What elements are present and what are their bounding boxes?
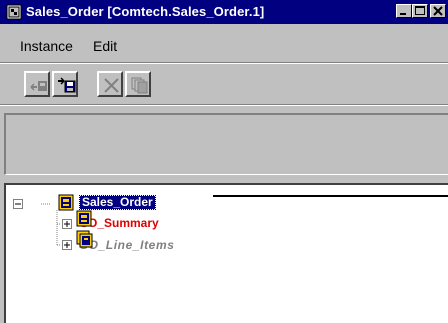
toolbar-divider	[0, 62, 448, 64]
menu-instance[interactable]: Instance	[20, 38, 73, 54]
object-tree: Sales_Order SO_Summary SO_Line_Items	[4, 183, 448, 323]
minimize-icon	[400, 13, 406, 15]
menu-bar: Instance Edit	[0, 30, 448, 54]
insert-button[interactable]	[52, 71, 78, 97]
copy-icon	[131, 77, 148, 94]
object-icon	[76, 210, 92, 227]
expand-toggle-icon[interactable]	[62, 240, 73, 251]
details-panel	[4, 113, 448, 175]
menu-edit[interactable]: Edit	[93, 38, 117, 54]
maximize-icon	[415, 6, 425, 15]
object-icon	[58, 194, 74, 211]
application-window: Sales_Order [Comtech.Sales_Order.1] Inst…	[0, 0, 448, 323]
collapse-toggle-icon[interactable]	[13, 199, 24, 210]
title-bar[interactable]: Sales_Order [Comtech.Sales_Order.1]	[0, 0, 448, 24]
maximize-button[interactable]	[412, 4, 428, 18]
close-button[interactable]	[430, 4, 446, 18]
delete-icon	[104, 78, 119, 93]
delete-button[interactable]	[97, 71, 123, 97]
move-left-icon	[30, 81, 47, 91]
tree-node-sales-order[interactable]: Sales_Order	[79, 195, 156, 210]
callout-line	[213, 195, 448, 197]
expand-toggle-icon[interactable]	[62, 219, 73, 230]
toolbar-bottom-divider	[0, 104, 448, 106]
minimize-button[interactable]	[396, 4, 412, 18]
object-icon	[6, 4, 22, 20]
collection-icon	[76, 230, 93, 248]
move-left-button[interactable]	[24, 71, 50, 97]
insert-icon	[58, 77, 76, 93]
window-title: Sales_Order [Comtech.Sales_Order.1]	[26, 4, 265, 19]
close-icon	[433, 6, 443, 16]
copy-button[interactable]	[125, 71, 151, 97]
